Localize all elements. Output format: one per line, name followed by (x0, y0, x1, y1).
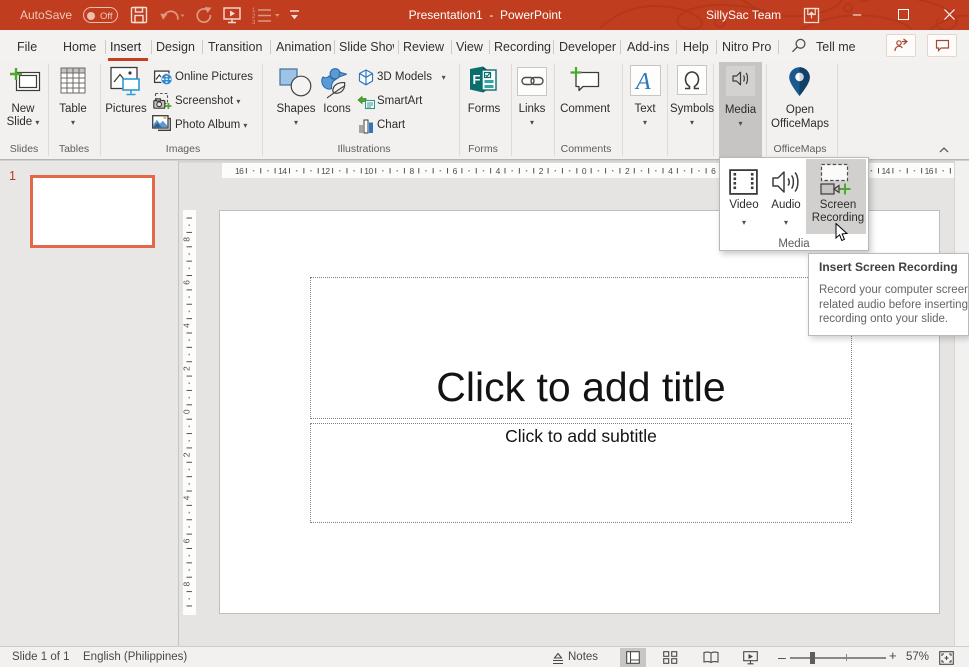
svg-text:0: 0 (582, 166, 587, 176)
svg-text:16: 16 (925, 166, 934, 176)
svg-text:2: 2 (625, 166, 630, 176)
svg-text:F: F (473, 72, 481, 87)
svg-text:6: 6 (711, 166, 716, 176)
svg-text:3: 3 (252, 20, 256, 25)
svg-text:8: 8 (409, 166, 414, 176)
svg-text:6: 6 (183, 538, 192, 543)
svg-text:4: 4 (183, 323, 192, 328)
svg-text:14: 14 (278, 166, 287, 176)
svg-text:4: 4 (496, 166, 501, 176)
svg-text:10: 10 (364, 166, 373, 176)
svg-text:2: 2 (183, 366, 192, 371)
svg-text:8: 8 (183, 237, 192, 242)
svg-text:6: 6 (453, 166, 458, 176)
svg-text:4: 4 (668, 166, 673, 176)
svg-text:2: 2 (183, 452, 192, 457)
svg-text:12: 12 (321, 166, 330, 176)
svg-text:2: 2 (539, 166, 544, 176)
svg-text:A: A (634, 69, 651, 94)
svg-text:0: 0 (183, 409, 192, 414)
svg-text:4: 4 (183, 495, 192, 500)
svg-text:6: 6 (183, 280, 192, 285)
svg-text:14: 14 (881, 166, 890, 176)
svg-text:16: 16 (235, 166, 244, 176)
svg-text:8: 8 (183, 582, 192, 587)
